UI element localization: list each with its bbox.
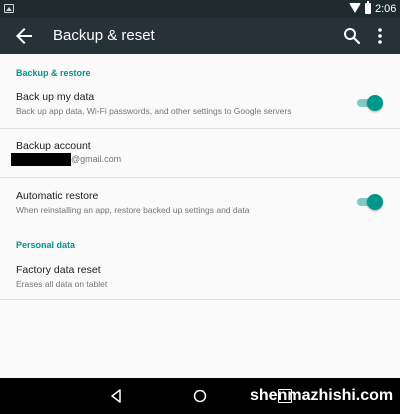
search-icon[interactable] xyxy=(340,24,364,48)
setting-factory-reset[interactable]: Factory data reset Erases all data on ta… xyxy=(0,254,400,299)
setting-automatic-restore[interactable]: Automatic restore When reinstalling an a… xyxy=(0,178,400,222)
setting-backup-data[interactable]: Back up my data Back up app data, Wi-Fi … xyxy=(0,85,400,128)
toggle-thumb xyxy=(367,194,383,210)
divider xyxy=(0,299,400,300)
setting-title: Factory data reset xyxy=(16,264,101,276)
setting-subtitle: When reinstalling an app, restore backed… xyxy=(16,205,250,215)
battery-icon xyxy=(365,1,371,14)
setting-subtitle: Erases all data on tablet xyxy=(16,279,108,289)
setting-subtitle: Back up app data, Wi-Fi passwords, and o… xyxy=(16,106,292,116)
settings-list: Backup & restore Back up my data Back up… xyxy=(0,54,400,378)
backup-data-toggle[interactable] xyxy=(357,95,383,111)
page-title: Backup & reset xyxy=(53,27,155,44)
setting-backup-account[interactable]: Backup account @gmail.com xyxy=(0,129,400,177)
app-bar: Backup & reset xyxy=(0,18,400,54)
nav-back-icon[interactable] xyxy=(108,388,124,404)
setting-title: Back up my data xyxy=(16,91,95,103)
setting-title: Automatic restore xyxy=(16,190,99,202)
redacted-email-block xyxy=(11,153,71,166)
nav-home-icon[interactable] xyxy=(192,388,208,404)
status-clock: 2:06 xyxy=(375,3,397,15)
account-email: @gmail.com xyxy=(0,153,200,167)
watermark-text: shenmazhishi.com xyxy=(250,387,394,404)
automatic-restore-toggle[interactable] xyxy=(357,194,383,210)
back-arrow-icon[interactable] xyxy=(12,24,36,48)
navigation-bar: shenmazhishi.com xyxy=(0,378,400,414)
section-header-backup: Backup & restore xyxy=(16,68,91,78)
more-vert-icon[interactable] xyxy=(370,24,390,48)
section-header-personal: Personal data xyxy=(16,240,76,250)
wifi-icon xyxy=(349,3,361,13)
email-suffix: @gmail.com xyxy=(71,154,122,164)
status-bar: 2:06 xyxy=(0,0,400,18)
setting-title: Backup account xyxy=(16,140,91,152)
image-icon xyxy=(4,4,14,13)
toggle-thumb xyxy=(367,95,383,111)
